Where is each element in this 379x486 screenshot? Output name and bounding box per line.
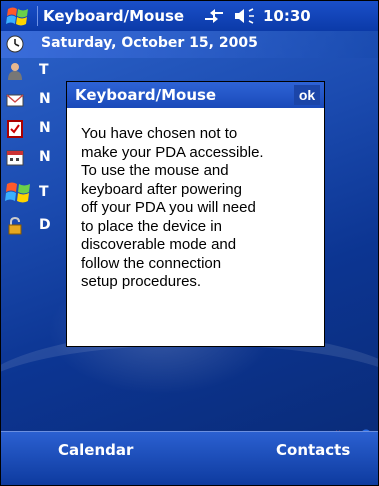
today-row-text: N [39, 91, 51, 107]
today-date: Saturday, October 15, 2005 [41, 35, 258, 51]
message-line: make your PDA accessible. [81, 143, 264, 161]
message-line: To use the mouse and [81, 162, 229, 179]
message-line: off your PDA you will need [81, 199, 256, 216]
today-row-text: D [39, 217, 51, 233]
keyboard-mouse-dialog: Keyboard/Mouse ok You have chosen not to… [66, 81, 325, 347]
message-line: keyboard after powering [81, 180, 242, 198]
message-line: discoverable mode and [81, 236, 237, 253]
windows-flag-icon [5, 178, 33, 206]
pda-screen: Keyboard/Mouse 10:30 Saturday, October 1… [0, 0, 379, 486]
message-line: You have chosen not to [81, 125, 238, 142]
title-separator [37, 6, 38, 26]
today-date-row[interactable]: Saturday, October 15, 2005 [1, 31, 378, 58]
messages-icon [6, 91, 24, 109]
connectivity-icon[interactable] [203, 8, 225, 24]
calendar-softkey[interactable]: Calendar [58, 441, 133, 459]
message-line: setup procedures. [81, 273, 202, 290]
softkey-bar: Calendar Contacts [1, 431, 378, 485]
app-title: Keyboard/Mouse [43, 7, 185, 25]
message-line: follow the connection [81, 254, 222, 272]
start-flag-icon[interactable] [5, 4, 31, 28]
calendar-icon [6, 149, 24, 167]
dialog-title: Keyboard/Mouse [75, 86, 217, 104]
ok-button[interactable]: ok [294, 85, 320, 105]
today-row-text: N [39, 120, 51, 136]
clock-time[interactable]: 10:30 [263, 7, 311, 25]
clock-icon [6, 35, 24, 53]
contacts-softkey[interactable]: Contacts [276, 441, 350, 459]
title-bar: Keyboard/Mouse 10:30 [1, 1, 378, 31]
message-line: to place the device in [81, 217, 222, 235]
dialog-message: You have chosen not to make your PDA acc… [81, 125, 317, 292]
owner-icon [6, 62, 24, 80]
volume-icon[interactable] [233, 8, 255, 24]
lock-icon [6, 216, 24, 235]
today-row-text: N [39, 149, 51, 165]
today-row-text: T [39, 184, 49, 200]
today-row-text: T [39, 62, 49, 78]
tasks-icon [6, 120, 24, 138]
dialog-header: Keyboard/Mouse ok [67, 82, 324, 108]
